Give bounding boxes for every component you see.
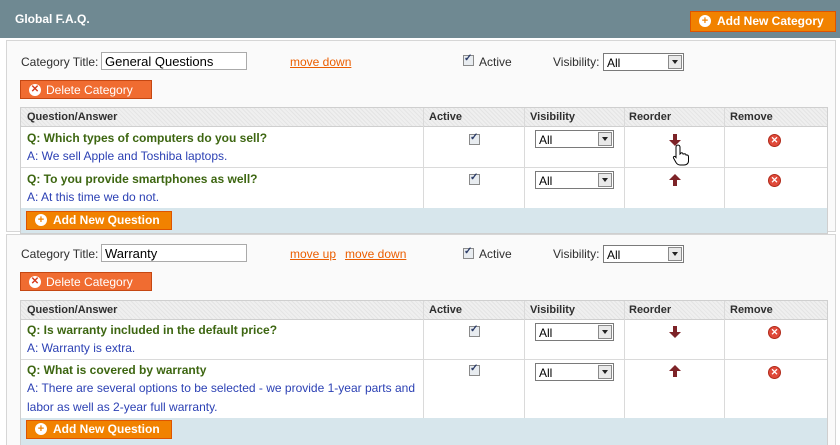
remove-question-icon[interactable]: ✕	[768, 326, 781, 339]
column-visibility: Visibility	[530, 111, 576, 123]
column-active: Active	[429, 111, 463, 123]
answer-text[interactable]: A: Warranty is extra.	[27, 339, 135, 358]
visibility-label: Visibility:	[553, 247, 600, 261]
question-visibility-select[interactable]: All	[535, 323, 614, 341]
remove-question-icon[interactable]: ✕	[768, 366, 781, 379]
remove-question-icon[interactable]: ✕	[768, 134, 781, 147]
chevron-down-icon	[598, 365, 612, 379]
answer-text[interactable]: labor as well as 2-year full warranty.	[27, 398, 218, 417]
question-text[interactable]: Q: What is covered by warranty	[27, 363, 206, 377]
questions-table: Question/Answer Active Visibility Reorde…	[20, 107, 828, 234]
column-reorder: Reorder	[629, 111, 672, 123]
column-question-answer: Question/Answer	[27, 111, 118, 123]
table-row: Q: What is covered by warranty A: There …	[21, 360, 827, 418]
answer-text[interactable]: A: At this time we do not.	[27, 188, 159, 207]
chevron-down-icon	[668, 247, 682, 261]
chevron-down-icon	[598, 325, 612, 339]
question-active-checkbox[interactable]	[469, 324, 480, 337]
close-icon: ✕	[29, 83, 41, 96]
close-icon: ✕	[29, 275, 41, 288]
question-text[interactable]: Q: Which types of computers do you sell?	[27, 131, 267, 145]
delete-category-button[interactable]: ✕ Delete Category	[20, 272, 152, 291]
question-visibility-select[interactable]: All	[535, 363, 614, 381]
category-visibility-select[interactable]: All	[603, 245, 684, 263]
category-active-checkbox[interactable]	[463, 246, 474, 259]
hand-cursor-icon	[672, 144, 689, 166]
table-header: Question/Answer Active Visibility Reorde…	[21, 301, 827, 320]
category-active-label: Active	[479, 55, 512, 69]
category-active-label: Active	[479, 247, 512, 261]
move-up-arrow-icon[interactable]	[669, 365, 681, 377]
table-header: Question/Answer Active Visibility Reorde…	[21, 108, 827, 127]
question-visibility-select[interactable]: All	[535, 130, 614, 148]
visibility-label: Visibility:	[553, 55, 600, 69]
table-footer: + Add New Question	[21, 208, 827, 233]
plus-icon: +	[35, 213, 47, 226]
table-row: Q: To you provide smartphones as well? A…	[21, 168, 827, 208]
column-remove: Remove	[730, 304, 773, 316]
question-visibility-select[interactable]: All	[535, 171, 614, 189]
add-new-question-button[interactable]: + Add New Question	[26, 420, 172, 439]
answer-text[interactable]: A: We sell Apple and Toshiba laptops.	[27, 147, 227, 166]
question-text[interactable]: Q: Is warranty included in the default p…	[27, 323, 277, 337]
category-visibility-select[interactable]: All	[603, 53, 684, 71]
question-active-checkbox[interactable]	[469, 132, 480, 145]
table-row: Q: Which types of computers do you sell?…	[21, 127, 827, 168]
question-active-checkbox[interactable]	[469, 363, 480, 376]
column-active: Active	[429, 304, 463, 316]
add-new-question-button[interactable]: + Add New Question	[26, 211, 172, 230]
column-visibility: Visibility	[530, 304, 576, 316]
plus-icon: +	[35, 422, 47, 435]
category-title-label: Category Title:	[21, 55, 99, 69]
move-up-arrow-icon[interactable]	[669, 174, 681, 186]
delete-category-button[interactable]: ✕ Delete Category	[20, 80, 152, 99]
table-footer: + Add New Question	[21, 418, 827, 445]
question-text[interactable]: Q: To you provide smartphones as well?	[27, 172, 257, 186]
question-active-checkbox[interactable]	[469, 172, 480, 185]
category-active-checkbox[interactable]	[463, 53, 474, 66]
column-remove: Remove	[730, 111, 773, 123]
questions-table: Question/Answer Active Visibility Reorde…	[20, 300, 828, 445]
move-up-link[interactable]: move up	[290, 247, 336, 261]
table-row: Q: Is warranty included in the default p…	[21, 320, 827, 360]
answer-text[interactable]: A: There are several options to be selec…	[27, 379, 415, 398]
move-down-arrow-icon[interactable]	[669, 326, 681, 338]
remove-question-icon[interactable]: ✕	[768, 174, 781, 187]
category-title-input[interactable]: Warranty	[101, 244, 247, 262]
page-title: Global F.A.Q.	[15, 12, 90, 26]
chevron-down-icon	[668, 55, 682, 69]
column-reorder: Reorder	[629, 304, 672, 316]
move-down-link[interactable]: move down	[345, 247, 406, 261]
chevron-down-icon	[598, 132, 612, 146]
category-title-input[interactable]: General Questions	[101, 52, 247, 70]
add-new-category-button[interactable]: + Add New Category	[690, 11, 836, 32]
chevron-down-icon	[598, 173, 612, 187]
move-down-link[interactable]: move down	[290, 55, 351, 69]
column-question-answer: Question/Answer	[27, 304, 118, 316]
category-title-label: Category Title:	[21, 247, 99, 261]
plus-icon: +	[699, 14, 711, 27]
